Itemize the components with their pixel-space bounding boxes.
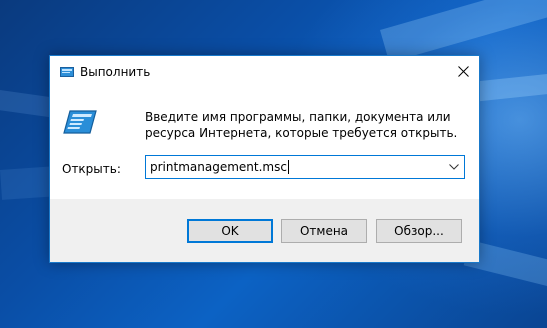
ok-button[interactable]: OK <box>187 219 273 243</box>
chevron-down-icon <box>449 164 459 170</box>
run-icon <box>60 66 74 77</box>
wallpaper-light-beam <box>0 166 52 200</box>
button-bar: OK Отмена Обзор... <box>50 199 479 262</box>
dialog-title: Выполнить <box>80 65 151 79</box>
wallpaper-light-beam <box>380 0 547 63</box>
dropdown-button[interactable] <box>448 160 460 174</box>
browse-button[interactable]: Обзор... <box>376 219 462 243</box>
dialog-description: Введите имя программы, папки, документа … <box>145 110 458 140</box>
open-input[interactable]: printmanagement.msc <box>150 160 289 174</box>
open-combobox[interactable]: printmanagement.msc <box>145 155 465 179</box>
cancel-button[interactable]: Отмена <box>281 219 367 243</box>
open-label: Открыть: <box>62 162 121 176</box>
close-icon <box>458 66 469 77</box>
title-bar[interactable]: Выполнить <box>50 56 479 87</box>
run-dialog: Выполнить Введите имя программы, папки, … <box>49 55 480 263</box>
run-icon <box>62 108 98 136</box>
text-caret <box>287 160 289 174</box>
close-button[interactable] <box>448 56 479 87</box>
open-input-text: printmanagement.msc <box>150 160 287 174</box>
